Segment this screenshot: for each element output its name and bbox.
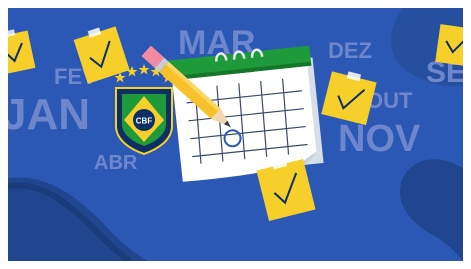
illustration-canvas: JAN FEV MAR ABR DEZ OUT NOV SET (8, 8, 463, 261)
month-nov: NOV (338, 118, 421, 160)
month-jan: JAN (8, 90, 90, 139)
crest-badge-text: CBF (136, 117, 153, 126)
illustration: JAN FEV MAR ABR DEZ OUT NOV SET (8, 8, 463, 261)
month-dez: DEZ (328, 38, 372, 63)
month-abr: ABR (94, 152, 138, 174)
image-frame: JAN FEV MAR ABR DEZ OUT NOV SET (0, 0, 471, 269)
